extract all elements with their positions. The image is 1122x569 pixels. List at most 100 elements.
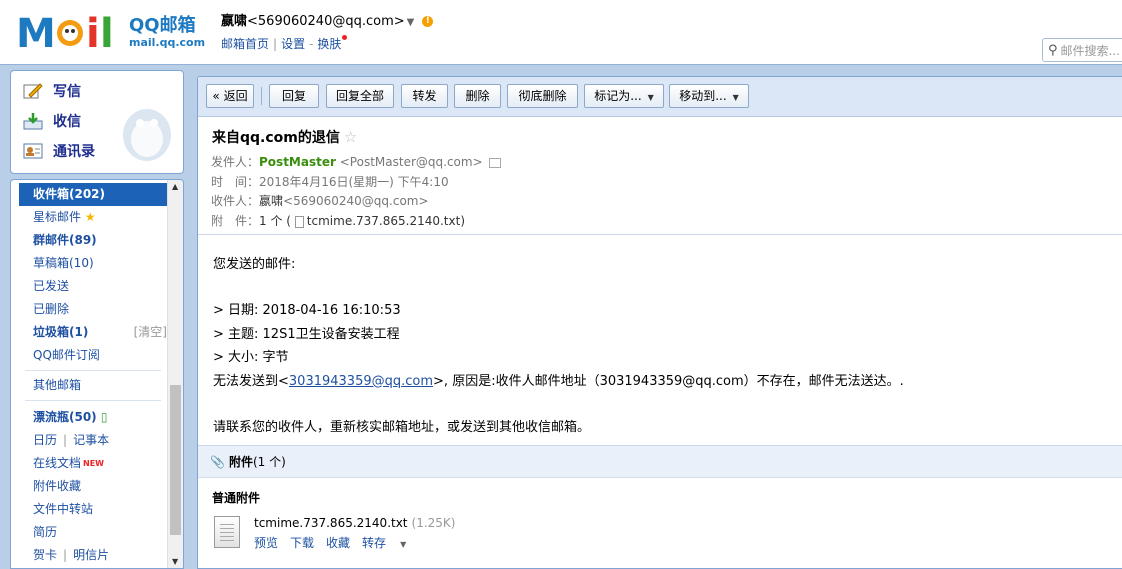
body-text: 无法发送到< — [213, 373, 289, 389]
body-line: > 大小: 字节 — [213, 350, 289, 366]
notification-dot-icon — [342, 35, 348, 40]
folder-resume[interactable]: 简历 — [11, 521, 169, 544]
user-email: <569060240@qq.com> — [247, 14, 405, 29]
mail-search-input[interactable]: ⚲ 邮件搜索... — [1042, 38, 1122, 62]
user-info: 嬴啸<569060240@qq.com> ▼! 邮箱首页 | 设置 - 换肤 — [221, 14, 434, 52]
folder-list: 收件箱(202) 星标邮件 ★ 群邮件(89) 草稿箱(10) 已发送 已删除 … — [10, 179, 184, 569]
star-icon: ★ — [84, 210, 96, 224]
folder-starred[interactable]: 星标邮件 ★ — [11, 206, 169, 229]
top-header: M i l QQ邮箱 mail.qq.com 嬴啸<569060240@qq.c… — [0, 0, 1122, 64]
mail-home-link[interactable]: 邮箱首页 — [221, 37, 269, 51]
recipient-email-link[interactable]: 3031943359@qq.com — [289, 374, 433, 389]
folder-deleted[interactable]: 已删除 — [11, 298, 169, 321]
back-button[interactable]: « 返回 — [206, 84, 254, 108]
time-row: 时 间：2018年4月16日(星期一) 下午4:10 — [211, 173, 449, 190]
account-dropdown-icon[interactable]: ▼ — [407, 17, 415, 28]
check-mail-label: 收信 — [53, 114, 81, 130]
attachment-link[interactable]: tcmime.737.865.2140.txt — [307, 214, 461, 228]
subject-text: 来自qq.com的退信 — [212, 130, 340, 146]
reply-button[interactable]: 回复 — [269, 84, 319, 108]
scroll-up-icon[interactable]: ▲ — [172, 182, 178, 191]
check-mail-button[interactable]: 收信 — [23, 110, 81, 132]
folder-drafts[interactable]: 草稿箱(10) — [11, 252, 169, 275]
contact-card-icon[interactable] — [488, 157, 501, 168]
folder-other-mailboxes[interactable]: 其他邮箱 — [11, 374, 169, 397]
folder-divider — [25, 400, 161, 401]
attachment-row: 附 件：1 个 ( tcmime.737.865.2140.txt) — [211, 212, 465, 229]
scrollbar-thumb[interactable] — [170, 385, 181, 535]
user-name: 嬴啸 — [221, 14, 248, 29]
sidebar-scrollbar[interactable]: ▲ ▼ — [167, 180, 183, 568]
search-icon: ⚲ — [1048, 42, 1058, 58]
compose-label: 写信 — [53, 84, 81, 100]
svg-text:M: M — [16, 11, 56, 50]
postcard-link[interactable]: 明信片 — [73, 548, 109, 562]
link-separator: | — [63, 433, 68, 447]
qq-mail-logo[interactable]: M i l QQ邮箱 mail.qq.com — [16, 10, 205, 50]
search-placeholder: 邮件搜索... — [1060, 43, 1120, 58]
folder-drift-bottle[interactable]: 漂流瓶(50) ▯ — [11, 406, 169, 429]
mail-header: 来自qq.com的退信 ☆ 发件人：PostMaster <PostMaster@… — [198, 118, 1122, 235]
scroll-down-icon[interactable]: ▼ — [172, 557, 178, 566]
compose-button[interactable]: 写信 — [23, 80, 81, 102]
sender-address: <PostMaster@qq.com> — [339, 155, 483, 169]
notes-link[interactable]: 记事本 — [73, 433, 109, 447]
clear-spam-link[interactable]: [清空] — [134, 321, 167, 344]
save-to-dropdown-icon[interactable]: ▼ — [400, 540, 406, 549]
link-separator: | — [63, 548, 68, 562]
attachments-count: (1 个) — [252, 455, 286, 469]
card-postcard-row: 贺卡 | 明信片 — [11, 544, 169, 567]
file-icon — [294, 215, 304, 228]
quick-actions-panel: 写信 收信 通讯录 — [10, 70, 184, 174]
brand-text: QQ邮箱 mail.qq.com — [129, 10, 205, 50]
delete-permanently-button[interactable]: 彻底删除 — [507, 84, 578, 108]
contacts-button[interactable]: 通讯录 — [23, 140, 95, 162]
delete-button[interactable]: 删除 — [454, 84, 501, 108]
greeting-card-link[interactable]: 贺卡 — [33, 548, 57, 562]
sender-name[interactable]: PostMaster — [259, 155, 336, 169]
mark-as-label: 标记为... — [594, 89, 642, 103]
attachment-size: (1.25K) — [411, 516, 456, 530]
folder-file-transfer[interactable]: 文件中转站 — [11, 498, 169, 521]
alert-icon[interactable]: ! — [422, 16, 434, 27]
move-to-dropdown[interactable]: 移动到... ▼ — [669, 84, 749, 108]
mail-body: 您发送的邮件: > 日期: 2018-04-16 16:10:53 > 主题: … — [213, 253, 904, 439]
folder-online-docs[interactable]: 在线文档 NEW — [11, 452, 169, 475]
paperclip-icon: 📎 — [210, 455, 225, 469]
settings-link[interactable]: 设置 — [281, 37, 305, 51]
from-label: 发件人： — [211, 155, 260, 169]
attachment-actions: 预览 下载 收藏 转存 ▼ — [254, 534, 406, 551]
forward-button[interactable]: 转发 — [401, 84, 448, 108]
toolbar-separator — [261, 87, 262, 105]
folder-attachment-favorites[interactable]: 附件收藏 — [11, 475, 169, 498]
folder-sent[interactable]: 已发送 — [11, 275, 169, 298]
body-line: 无法发送到<3031943359@qq.com>, 原因是:收件人邮件地址（30… — [213, 370, 904, 393]
calendar-link[interactable]: 日历 — [33, 433, 57, 447]
star-toggle-icon[interactable]: ☆ — [344, 128, 357, 146]
favorite-link[interactable]: 收藏 — [326, 536, 350, 550]
folder-group-mail[interactable]: 群邮件(89) — [11, 229, 169, 252]
attachment-filename: tcmime.737.865.2140.txt — [254, 516, 408, 530]
text-file-icon[interactable] — [214, 516, 240, 548]
reply-all-button[interactable]: 回复全部 — [326, 84, 394, 108]
change-skin-link[interactable]: 换肤 — [317, 37, 341, 51]
body-line: 您发送的邮件: — [213, 257, 296, 272]
folder-subscriptions[interactable]: QQ邮件订阅 — [11, 344, 169, 367]
dropdown-arrow-icon: ▼ — [647, 93, 654, 102]
move-to-label: 移动到... — [679, 89, 727, 103]
folder-inbox[interactable]: 收件箱(202) — [19, 183, 169, 206]
contacts-label: 通讯录 — [53, 144, 95, 160]
mail-time: 2018年4月16日(星期一) 下午4:10 — [259, 175, 449, 189]
qq-penguin-decoration — [123, 109, 171, 161]
sidebar: 写信 收信 通讯录 收件箱(202) 星标邮件 ★ 群邮件(89) 草稿箱(10… — [10, 70, 186, 569]
preview-link[interactable]: 预览 — [254, 536, 278, 550]
download-link[interactable]: 下载 — [290, 536, 314, 550]
attachment-filename-row: tcmime.737.865.2140.txt (1.25K) — [254, 516, 455, 530]
save-to-link[interactable]: 转存 — [362, 536, 386, 550]
folder-spam[interactable]: 垃圾箱(1) [清空] — [11, 321, 169, 344]
mark-as-dropdown[interactable]: 标记为... ▼ — [584, 84, 664, 108]
mail-toolbar: « 返回 回复 回复全部 转发 删除 彻底删除 标记为... ▼ 移动到... ▼ — [198, 77, 1122, 117]
attachment-type-heading: 普通附件 — [212, 491, 261, 505]
